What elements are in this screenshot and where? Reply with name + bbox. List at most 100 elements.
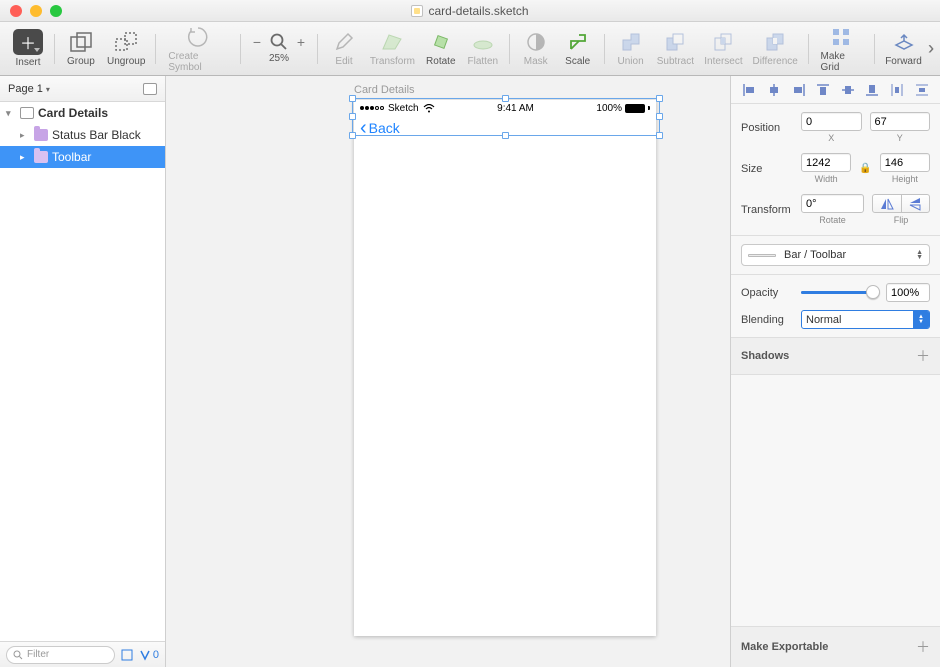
forward-label: Forward	[885, 56, 922, 67]
intersect-icon	[711, 30, 735, 54]
resize-handle[interactable]	[656, 113, 663, 120]
shadows-label: Shadows	[741, 350, 789, 362]
close-icon[interactable]	[10, 5, 22, 17]
layers-bottom-bar: Filter 0	[0, 641, 165, 667]
ungroup-button[interactable]: Ungroup	[103, 28, 150, 69]
intersect-button: Intersect	[700, 28, 747, 69]
transform-icon	[380, 30, 404, 54]
align-center-h-icon[interactable]	[765, 81, 783, 99]
resize-handle[interactable]	[656, 132, 663, 139]
size-label: Size	[741, 163, 793, 175]
resize-handle[interactable]	[349, 113, 356, 120]
flatten-label: Flatten	[468, 56, 499, 67]
blending-value: Normal	[806, 314, 841, 326]
rotate-button[interactable]: Rotate	[421, 28, 461, 69]
y-sublabel: Y	[897, 133, 903, 143]
titlebar: card-details.sketch	[0, 0, 940, 22]
resize-handle[interactable]	[349, 95, 356, 102]
filter-input[interactable]: Filter	[6, 646, 115, 664]
make-grid-button[interactable]: Make Grid	[815, 23, 869, 75]
flip-vertical-button[interactable]	[902, 195, 930, 212]
artboard-title[interactable]: Card Details	[354, 84, 415, 96]
stepper-icon: ▲▼	[916, 250, 923, 260]
scale-button[interactable]: Scale	[558, 28, 598, 69]
resize-handle[interactable]	[502, 95, 509, 102]
exportables-toggle[interactable]: 0	[139, 649, 159, 661]
inspector-spacer	[731, 375, 940, 626]
window-title: card-details.sketch	[0, 4, 940, 18]
toolbar-separator	[317, 34, 318, 64]
subtract-label: Subtract	[657, 56, 694, 67]
shadows-header[interactable]: Shadows ＋	[731, 338, 940, 375]
blending-select[interactable]: Normal ▲▼	[801, 310, 930, 329]
align-right-icon[interactable]	[790, 81, 808, 99]
artboard[interactable]: Sketch 9:41 AM 100% ‹ Back	[354, 100, 656, 636]
page-label: Page 1	[8, 83, 50, 95]
align-center-v-icon[interactable]	[839, 81, 857, 99]
symbol-section: Bar / Toolbar ▲▼	[731, 236, 940, 275]
slices-toggle[interactable]	[121, 649, 133, 661]
rotate-icon	[429, 30, 453, 54]
width-sublabel: Width	[815, 174, 838, 184]
align-toolbar	[731, 76, 940, 104]
canvas[interactable]: Card Details Sketch 9:41 AM 100% ‹	[166, 76, 730, 667]
minimize-icon[interactable]	[30, 5, 42, 17]
distribute-v-icon[interactable]	[913, 81, 931, 99]
slider-thumb[interactable]	[866, 285, 880, 299]
add-export-icon[interactable]: ＋	[916, 637, 930, 657]
shared-style-select[interactable]: Bar / Toolbar ▲▼	[741, 244, 930, 266]
flatten-icon	[471, 30, 495, 54]
selection-box[interactable]	[352, 98, 660, 136]
group-icon	[69, 30, 93, 54]
resize-handle[interactable]	[656, 95, 663, 102]
disclosure-triangle-icon[interactable]: ▾	[6, 108, 16, 119]
zoom-in-button[interactable]: +	[294, 34, 308, 50]
resize-handle[interactable]	[349, 132, 356, 139]
group-button[interactable]: Group	[61, 28, 101, 69]
align-left-icon[interactable]	[740, 81, 758, 99]
layer-name: Toolbar	[52, 150, 91, 164]
align-top-icon[interactable]	[814, 81, 832, 99]
search-icon	[13, 650, 23, 660]
make-exportable-header[interactable]: Make Exportable ＋	[731, 626, 940, 667]
lock-aspect-icon[interactable]: 🔒	[859, 163, 871, 174]
disclosure-triangle-icon[interactable]: ▸	[20, 130, 30, 141]
forward-icon	[892, 30, 916, 54]
align-bottom-icon[interactable]	[863, 81, 881, 99]
opacity-slider[interactable]	[801, 285, 878, 301]
zoom-out-button[interactable]: −	[250, 34, 264, 50]
zoom-icon[interactable]	[50, 5, 62, 17]
height-input[interactable]	[880, 153, 930, 172]
y-input[interactable]	[870, 112, 931, 131]
subtract-button: Subtract	[653, 28, 699, 69]
flip-horizontal-button[interactable]	[873, 195, 902, 212]
page-selector[interactable]: Page 1	[0, 76, 165, 102]
artboard-list-icon[interactable]	[143, 83, 157, 95]
add-shadow-icon[interactable]: ＋	[916, 346, 930, 366]
rotate-input[interactable]	[801, 194, 864, 213]
zoom-control[interactable]: − + 25%	[247, 31, 311, 66]
create-symbol-button: Create Symbol	[162, 23, 234, 75]
difference-label: Difference	[752, 56, 797, 67]
opacity-input[interactable]	[886, 283, 930, 302]
resize-handle[interactable]	[502, 132, 509, 139]
toolbar-overflow-icon[interactable]: ››	[928, 38, 932, 59]
layer-toolbar[interactable]: ▸ Toolbar	[0, 146, 165, 168]
toolbar-separator	[509, 34, 510, 64]
forward-button[interactable]: Forward	[881, 28, 926, 69]
x-input[interactable]	[801, 112, 862, 131]
distribute-h-icon[interactable]	[888, 81, 906, 99]
toolbar-separator	[240, 34, 241, 64]
disclosure-triangle-icon[interactable]: ▸	[20, 152, 30, 163]
window-title-text: card-details.sketch	[428, 4, 528, 18]
union-label: Union	[618, 56, 644, 67]
layer-artboard[interactable]: ▾ Card Details	[0, 102, 165, 124]
insert-button[interactable]: ＋ Insert	[8, 27, 48, 70]
layer-name: Card Details	[38, 106, 108, 120]
width-input[interactable]	[801, 153, 851, 172]
pencil-icon	[332, 30, 356, 54]
height-sublabel: Height	[892, 174, 918, 184]
scale-icon	[566, 30, 590, 54]
inspector-panel: Position X Y Size Width 🔒 Height Transfo…	[730, 76, 940, 667]
layer-status-bar[interactable]: ▸ Status Bar Black	[0, 124, 165, 146]
